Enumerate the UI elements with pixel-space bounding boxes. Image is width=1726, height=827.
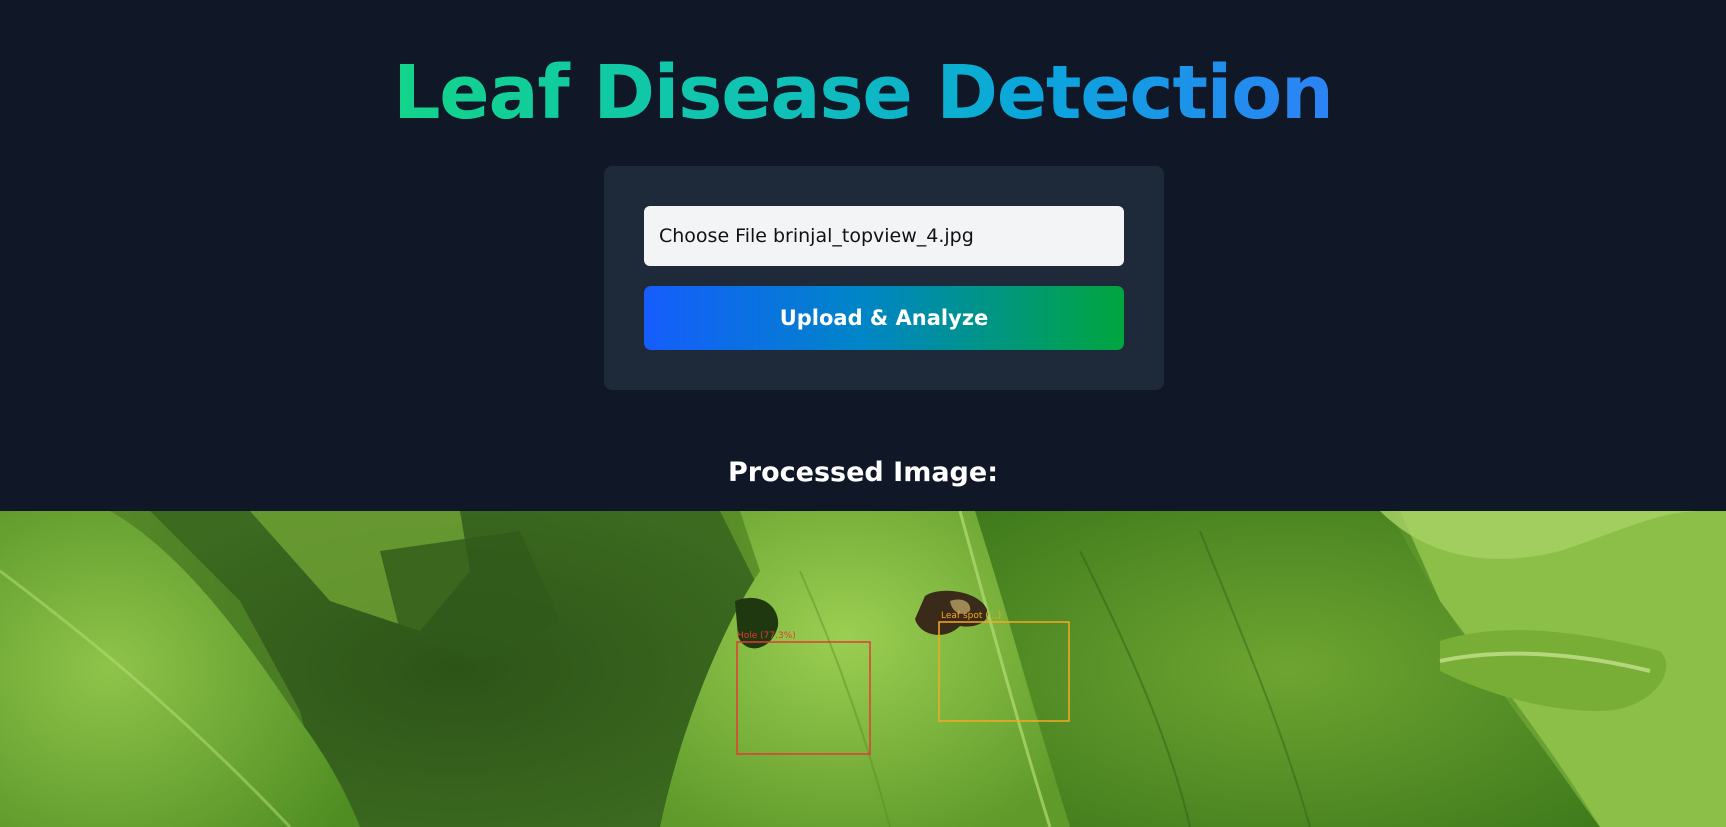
page: Leaf Disease Detection Choose File brinj… — [0, 0, 1726, 827]
choose-file-button[interactable]: Choose File — [659, 225, 767, 247]
leaf-photo: Hole (77.3%) Leaf spot (…) — [0, 511, 1726, 827]
page-title: Leaf Disease Detection — [0, 48, 1726, 138]
page-title-text: Leaf Disease Detection — [393, 50, 1333, 136]
upload-card: Choose File brinjal_topview_4.jpg Upload… — [604, 166, 1164, 390]
detection-label-spot: Leaf spot (…) — [941, 611, 1001, 621]
file-input[interactable]: Choose File brinjal_topview_4.jpg — [644, 206, 1124, 266]
selected-file-name: brinjal_topview_4.jpg — [772, 225, 974, 247]
upload-analyze-button[interactable]: Upload & Analyze — [644, 286, 1124, 350]
processed-image: Hole (77.3%) Leaf spot (…) — [0, 511, 1726, 827]
processed-image-heading: Processed Image: — [728, 457, 998, 488]
detection-label-hole: Hole (77.3%) — [737, 631, 796, 641]
